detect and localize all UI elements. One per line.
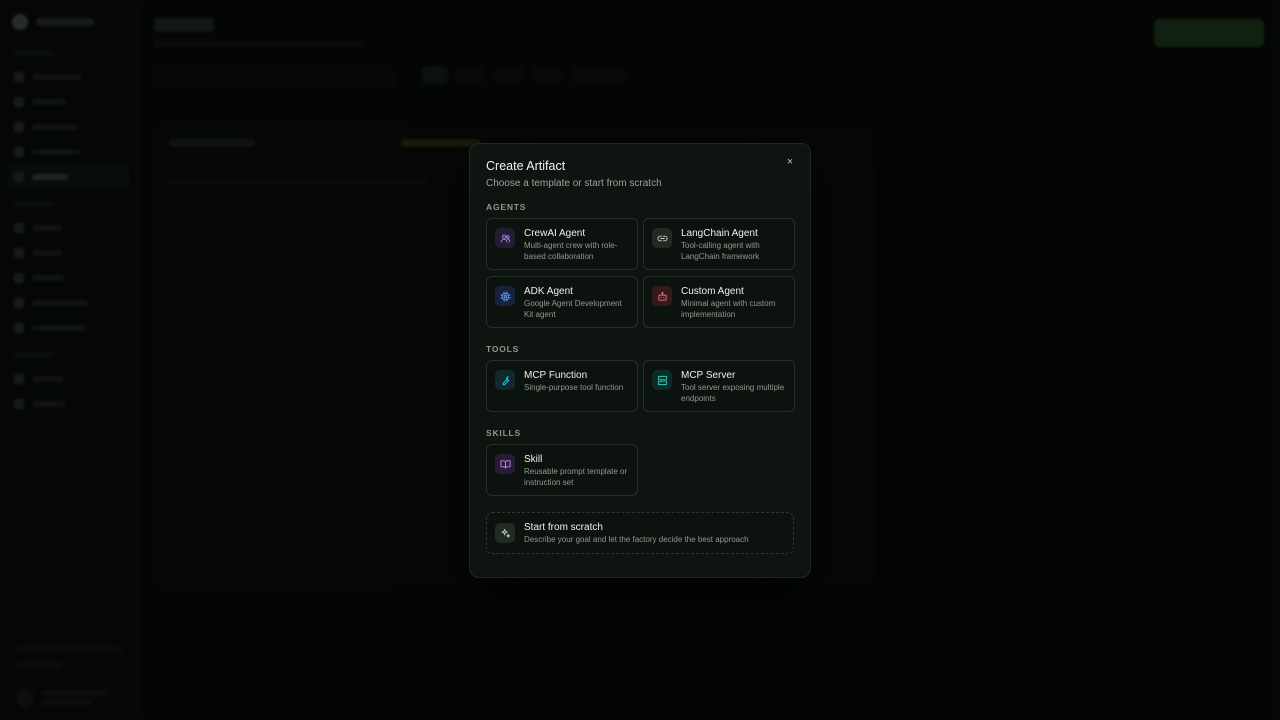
option-adk-agent[interactable]: ADK Agent Google Agent Development Kit a…	[486, 276, 638, 328]
book-icon	[495, 454, 515, 474]
create-artifact-dialog: × Create Artifact Choose a template or s…	[469, 143, 811, 578]
option-skill[interactable]: Skill Reusable prompt template or instru…	[486, 444, 638, 496]
option-name: CrewAI Agent	[524, 228, 586, 239]
option-name: Skill	[524, 454, 543, 465]
scratch-name: Start from scratch	[524, 521, 603, 533]
option-name: ADK Agent	[524, 286, 573, 297]
scratch-description: Describe your goal and let the factory d…	[524, 534, 749, 544]
option-description: Tool-calling agent with LangChain framew…	[681, 241, 760, 261]
option-langchain-agent[interactable]: LangChain Agent Tool-calling agent with …	[643, 218, 795, 270]
users-icon	[495, 228, 515, 248]
option-mcp-server[interactable]: MCP Server Tool server exposing multiple…	[643, 360, 795, 412]
option-description: Minimal agent with custom implementation	[681, 299, 776, 319]
section-label-agents: AGENTS	[486, 202, 527, 212]
option-description: Single-purpose tool function	[524, 383, 624, 392]
option-name: MCP Function	[524, 370, 588, 381]
agents-grid: CrewAI Agent Multi-agent crew with role-…	[486, 218, 795, 328]
option-description: Google Agent Development Kit agent	[524, 299, 622, 319]
option-description: Multi-agent crew with role-based collabo…	[524, 241, 618, 261]
option-name: LangChain Agent	[681, 228, 758, 239]
sparkles-icon	[495, 523, 515, 543]
tools-grid: MCP Function Single-purpose tool functio…	[486, 360, 795, 412]
dialog-title: Create Artifact	[486, 159, 566, 173]
option-mcp-function[interactable]: MCP Function Single-purpose tool functio…	[486, 360, 638, 412]
server-icon	[652, 370, 672, 390]
start-from-scratch-option[interactable]: Start from scratch Describe your goal an…	[486, 512, 794, 554]
dialog-subtitle: Choose a template or start from scratch	[486, 178, 662, 189]
option-description: Reusable prompt template or instruction …	[524, 467, 628, 487]
option-crewai-agent[interactable]: CrewAI Agent Multi-agent crew with role-…	[486, 218, 638, 270]
bot-icon	[652, 286, 672, 306]
option-description: Tool server exposing multiple endpoints	[681, 383, 785, 403]
wrench-icon	[495, 370, 515, 390]
section-label-skills: SKILLS	[486, 428, 522, 438]
link-icon	[652, 228, 672, 248]
option-name: MCP Server	[681, 370, 736, 381]
skills-grid: Skill Reusable prompt template or instru…	[486, 444, 794, 496]
close-icon[interactable]: ×	[781, 153, 799, 171]
option-name: Custom Agent	[681, 286, 744, 297]
option-custom-agent[interactable]: Custom Agent Minimal agent with custom i…	[643, 276, 795, 328]
section-label-tools: TOOLS	[486, 344, 520, 354]
cpu-icon	[495, 286, 515, 306]
